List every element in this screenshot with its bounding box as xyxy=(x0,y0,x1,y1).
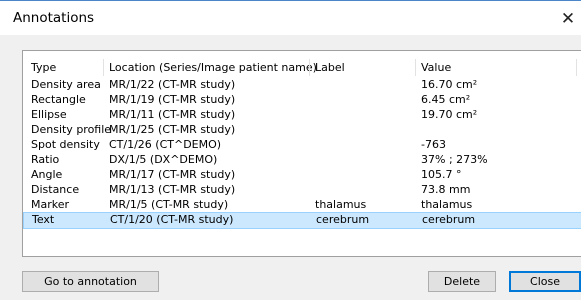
cell-type: Spot density xyxy=(31,138,100,151)
cell-location: CT/1/20 (CT-MR study) xyxy=(110,213,234,226)
column-divider[interactable] xyxy=(576,59,577,76)
cell-type: Density area xyxy=(31,78,101,91)
dialog-title: Annotations xyxy=(13,10,95,26)
column-header-label[interactable]: Label xyxy=(315,61,345,74)
cell-value: 37% ; 273% xyxy=(421,153,488,166)
cell-type: Ellipse xyxy=(31,108,67,121)
list-item[interactable]: Ellipse MR/1/11 (CT-MR study) 19.70 cm² xyxy=(23,107,581,122)
list-item[interactable]: Distance MR/1/13 (CT-MR study) 73.8 mm xyxy=(23,182,581,197)
cell-value: cerebrum xyxy=(422,213,476,226)
cell-location: MR/1/11 (CT-MR study) xyxy=(109,108,236,121)
cell-type: Distance xyxy=(31,183,80,196)
delete-button[interactable]: Delete xyxy=(428,271,496,292)
cell-value: thalamus xyxy=(421,198,473,211)
column-header-type[interactable]: Type xyxy=(31,61,56,74)
list-item[interactable]: Ratio DX/1/5 (DX^DEMO) 37% ; 273% xyxy=(23,152,581,167)
cell-value: 73.8 mm xyxy=(421,183,471,196)
cell-location: DX/1/5 (DX^DEMO) xyxy=(109,153,218,166)
cell-value: -763 xyxy=(421,138,446,151)
annotations-list[interactable]: Type Location (Series/Image patient name… xyxy=(22,50,581,257)
list-item[interactable]: Density area MR/1/22 (CT-MR study) 16.70… xyxy=(23,77,581,92)
cell-location: MR/1/19 (CT-MR study) xyxy=(109,93,236,106)
cell-type: Rectangle xyxy=(31,93,86,106)
list-header: Type Location (Series/Image patient name… xyxy=(23,59,581,76)
cell-value: 6.45 cm² xyxy=(421,93,471,106)
cell-location: CT/1/26 (CT^DEMO) xyxy=(109,138,222,151)
cell-location: MR/1/17 (CT-MR study) xyxy=(109,168,236,181)
close-button[interactable]: Close xyxy=(509,271,581,292)
cell-value: 105.7 ° xyxy=(421,168,462,181)
column-divider[interactable] xyxy=(309,59,310,76)
list-item[interactable]: Marker MR/1/5 (CT-MR study) thalamus tha… xyxy=(23,197,581,212)
list-item[interactable]: Density profile MR/1/25 (CT-MR study) xyxy=(23,122,581,137)
cell-type: Ratio xyxy=(31,153,60,166)
cell-type: Density profile xyxy=(31,123,112,136)
cell-value: 16.70 cm² xyxy=(421,78,478,91)
go-to-annotation-button[interactable]: Go to annotation xyxy=(22,271,159,292)
annotations-dialog: Annotations ✕ Type Location (Series/Imag… xyxy=(0,0,581,300)
cell-type: Marker xyxy=(31,198,70,211)
column-divider[interactable] xyxy=(415,59,416,76)
cell-label: thalamus xyxy=(315,198,367,211)
cell-location: MR/1/25 (CT-MR study) xyxy=(109,123,236,136)
cell-location: MR/1/22 (CT-MR study) xyxy=(109,78,236,91)
column-header-location[interactable]: Location (Series/Image patient name) xyxy=(109,61,317,74)
cell-type: Angle xyxy=(31,168,63,181)
column-divider[interactable] xyxy=(103,59,104,76)
close-icon[interactable]: ✕ xyxy=(556,7,580,31)
cell-label: cerebrum xyxy=(316,213,370,226)
list-item[interactable]: Rectangle MR/1/19 (CT-MR study) 6.45 cm² xyxy=(23,92,581,107)
cell-location: MR/1/5 (CT-MR study) xyxy=(109,198,229,211)
cell-type: Text xyxy=(32,213,55,226)
column-header-value[interactable]: Value xyxy=(421,61,451,74)
title-bar: Annotations ✕ xyxy=(0,1,581,35)
cell-location: MR/1/13 (CT-MR study) xyxy=(109,183,236,196)
list-item[interactable]: Angle MR/1/17 (CT-MR study) 105.7 ° xyxy=(23,167,581,182)
list-item-selected[interactable]: Text CT/1/20 (CT-MR study) cerebrum cere… xyxy=(23,212,581,229)
cell-value: 19.70 cm² xyxy=(421,108,478,121)
list-item[interactable]: Spot density CT/1/26 (CT^DEMO) -763 xyxy=(23,137,581,152)
